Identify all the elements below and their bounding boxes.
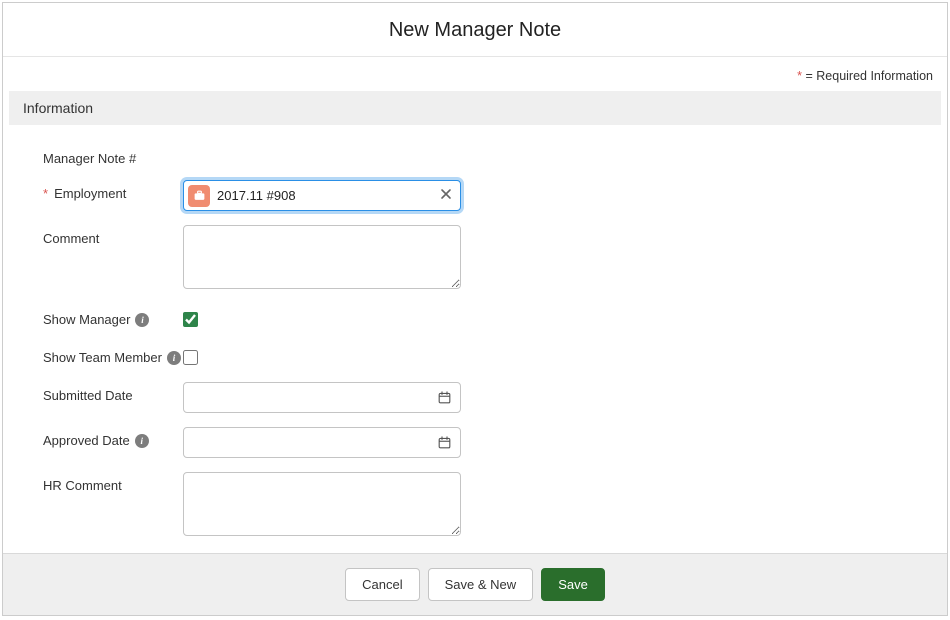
new-manager-note-modal: New Manager Note * = Required Informatio… [2, 2, 948, 616]
row-show-manager: Show Manager i [43, 306, 947, 330]
row-employment: *Employment 2017.11 #908 [43, 180, 947, 211]
employment-lookup[interactable]: 2017.11 #908 [183, 180, 461, 211]
required-information-note: * = Required Information [3, 57, 947, 91]
label-submitted-date: Submitted Date [43, 382, 183, 403]
row-show-team-member: Show Team Member i [43, 344, 947, 368]
modal-title: New Manager Note [3, 19, 947, 42]
required-text: = Required Information [802, 69, 933, 83]
modal-body: * = Required Information Information Man… [3, 57, 947, 553]
save-button[interactable]: Save [541, 568, 605, 601]
briefcase-icon [188, 185, 210, 207]
comment-textarea[interactable] [183, 225, 461, 289]
info-icon[interactable]: i [135, 313, 149, 327]
hr-comment-textarea[interactable] [183, 472, 461, 536]
approved-date-input-wrap[interactable] [183, 427, 461, 458]
submitted-date-input-wrap[interactable] [183, 382, 461, 413]
row-submitted-date: Submitted Date [43, 382, 947, 413]
modal-header: New Manager Note [3, 3, 947, 57]
label-comment: Comment [43, 225, 183, 246]
show-manager-checkbox[interactable] [183, 312, 198, 327]
save-and-new-button[interactable]: Save & New [428, 568, 534, 601]
row-manager-note-num: Manager Note # [43, 145, 947, 166]
label-employment: *Employment [43, 180, 183, 201]
calendar-icon[interactable] [437, 390, 452, 405]
row-approved-date: Approved Date i [43, 427, 947, 458]
label-manager-note-num: Manager Note # [43, 145, 183, 166]
employment-value: 2017.11 #908 [217, 188, 438, 203]
form-area: Manager Note # *Employment [3, 125, 947, 553]
info-icon[interactable]: i [167, 351, 181, 365]
modal-footer: Cancel Save & New Save [3, 553, 947, 615]
row-hr-comment: HR Comment [43, 472, 947, 539]
clear-icon[interactable] [438, 188, 454, 203]
section-header-information: Information [9, 91, 941, 125]
approved-date-input[interactable] [192, 435, 437, 450]
show-team-member-checkbox[interactable] [183, 350, 198, 365]
submitted-date-input[interactable] [192, 390, 437, 405]
cancel-button[interactable]: Cancel [345, 568, 419, 601]
label-approved-date: Approved Date i [43, 427, 183, 448]
info-icon[interactable]: i [135, 434, 149, 448]
label-show-team-member: Show Team Member i [43, 344, 203, 365]
row-comment: Comment [43, 225, 947, 292]
label-show-manager: Show Manager i [43, 306, 183, 327]
calendar-icon[interactable] [437, 435, 452, 450]
label-hr-comment: HR Comment [43, 472, 183, 493]
